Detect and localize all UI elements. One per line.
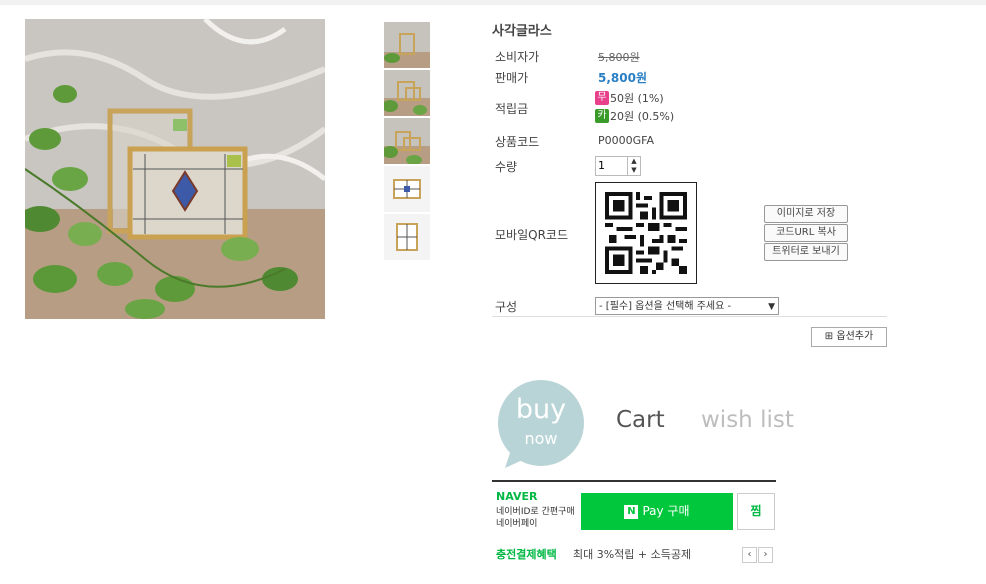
npay-top-border: [492, 480, 776, 482]
thumbnail-4[interactable]: [384, 166, 430, 212]
thumbnail-1[interactable]: [384, 22, 430, 68]
add-option-button[interactable]: ⊞ 옵션추가: [811, 327, 887, 347]
qty-up-icon[interactable]: ▲: [628, 157, 640, 166]
divider: [492, 316, 887, 317]
benefit-title: 충전결제혜택: [496, 548, 557, 561]
thumbnail-list: [384, 22, 430, 262]
consumer-price-value: 5,800원: [598, 51, 640, 64]
points-label-row: 적립금: [495, 100, 528, 117]
naver-description: 네이버ID로 간편구매 네이버페이: [496, 506, 575, 530]
qr-label-row: 모바일QR코드: [495, 226, 568, 243]
thumbnail-3[interactable]: [384, 118, 430, 164]
npay-buy-button[interactable]: N Pay 구매: [581, 493, 733, 530]
npay-n-icon: N: [624, 504, 639, 519]
naver-desc-line1: 네이버ID로 간편구매: [496, 507, 575, 517]
qty-label-row: 수량: [495, 158, 517, 175]
consumer-price-label: 소비자가: [495, 50, 540, 64]
points-cash-row: 무 50원 (1%): [595, 90, 664, 106]
npay-buy-label: Pay 구매: [642, 504, 690, 518]
naver-logo: NAVER: [496, 490, 538, 503]
qty-down-icon[interactable]: ▼: [628, 166, 640, 175]
quantity-input[interactable]: [596, 157, 626, 173]
cash-badge: 무: [595, 91, 609, 105]
qr-label: 모바일QR코드: [495, 228, 568, 242]
points-card-value: 20원 (0.5%): [610, 110, 675, 123]
product-code-label: 상품코드: [495, 135, 540, 149]
save-qr-image-button[interactable]: 이미지로 저장: [764, 205, 848, 223]
option-label-row: 구성: [495, 298, 517, 315]
points-cash-value: 50원 (1%): [610, 92, 664, 105]
buy-sub-label: now: [524, 429, 558, 448]
card-badge: 카: [595, 109, 609, 123]
thumbnail-2[interactable]: [384, 70, 430, 116]
wish-list-button[interactable]: wish list: [701, 407, 794, 433]
sale-price-row: 판매가 5,800원: [495, 69, 647, 86]
qr-code-image: [595, 182, 697, 284]
benefit-next-icon[interactable]: ›: [758, 547, 773, 563]
benefit-description: 최대 3%적립 + 소득공제: [573, 548, 692, 561]
thumbnail-5[interactable]: [384, 214, 430, 260]
quantity-stepper: ▲ ▼: [595, 156, 641, 176]
buy-now-button[interactable]: buy now: [497, 380, 585, 468]
plus-box-icon: ⊞: [824, 331, 834, 342]
sale-price-value: 5,800원: [598, 71, 647, 85]
add-option-label: 옵션추가: [836, 331, 874, 342]
chevron-down-icon: ▼: [768, 302, 775, 312]
buy-label: buy: [515, 394, 567, 425]
sale-price-label: 판매가: [495, 71, 529, 85]
benefit-prev-icon[interactable]: ‹: [742, 547, 757, 563]
option-select-value: - [필수] 옵션을 선택해 주세요 -: [599, 301, 732, 312]
top-bar: [0, 0, 986, 5]
send-twitter-button[interactable]: 트위터로 보내기: [764, 243, 848, 261]
qty-label: 수량: [495, 160, 518, 174]
zzim-button[interactable]: 찜: [737, 493, 775, 530]
option-label: 구성: [495, 300, 518, 314]
copy-qr-url-button[interactable]: 코드URL 복사: [764, 224, 848, 242]
product-main-image: [25, 19, 325, 319]
points-label: 적립금: [495, 102, 529, 116]
option-select[interactable]: - [필수] 옵션을 선택해 주세요 - ▼: [595, 297, 779, 315]
product-title: 사각글라스: [492, 24, 552, 39]
product-code-row: 상품코드 P0000GFA: [495, 133, 654, 150]
product-code-value: P0000GFA: [598, 134, 654, 147]
points-card-row: 카 20원 (0.5%): [595, 108, 674, 124]
cart-button[interactable]: Cart: [616, 407, 665, 433]
naver-desc-line2: 네이버페이: [496, 519, 538, 529]
quantity-arrows: ▲ ▼: [627, 157, 640, 175]
consumer-price-row: 소비자가 5,800원: [495, 48, 640, 65]
